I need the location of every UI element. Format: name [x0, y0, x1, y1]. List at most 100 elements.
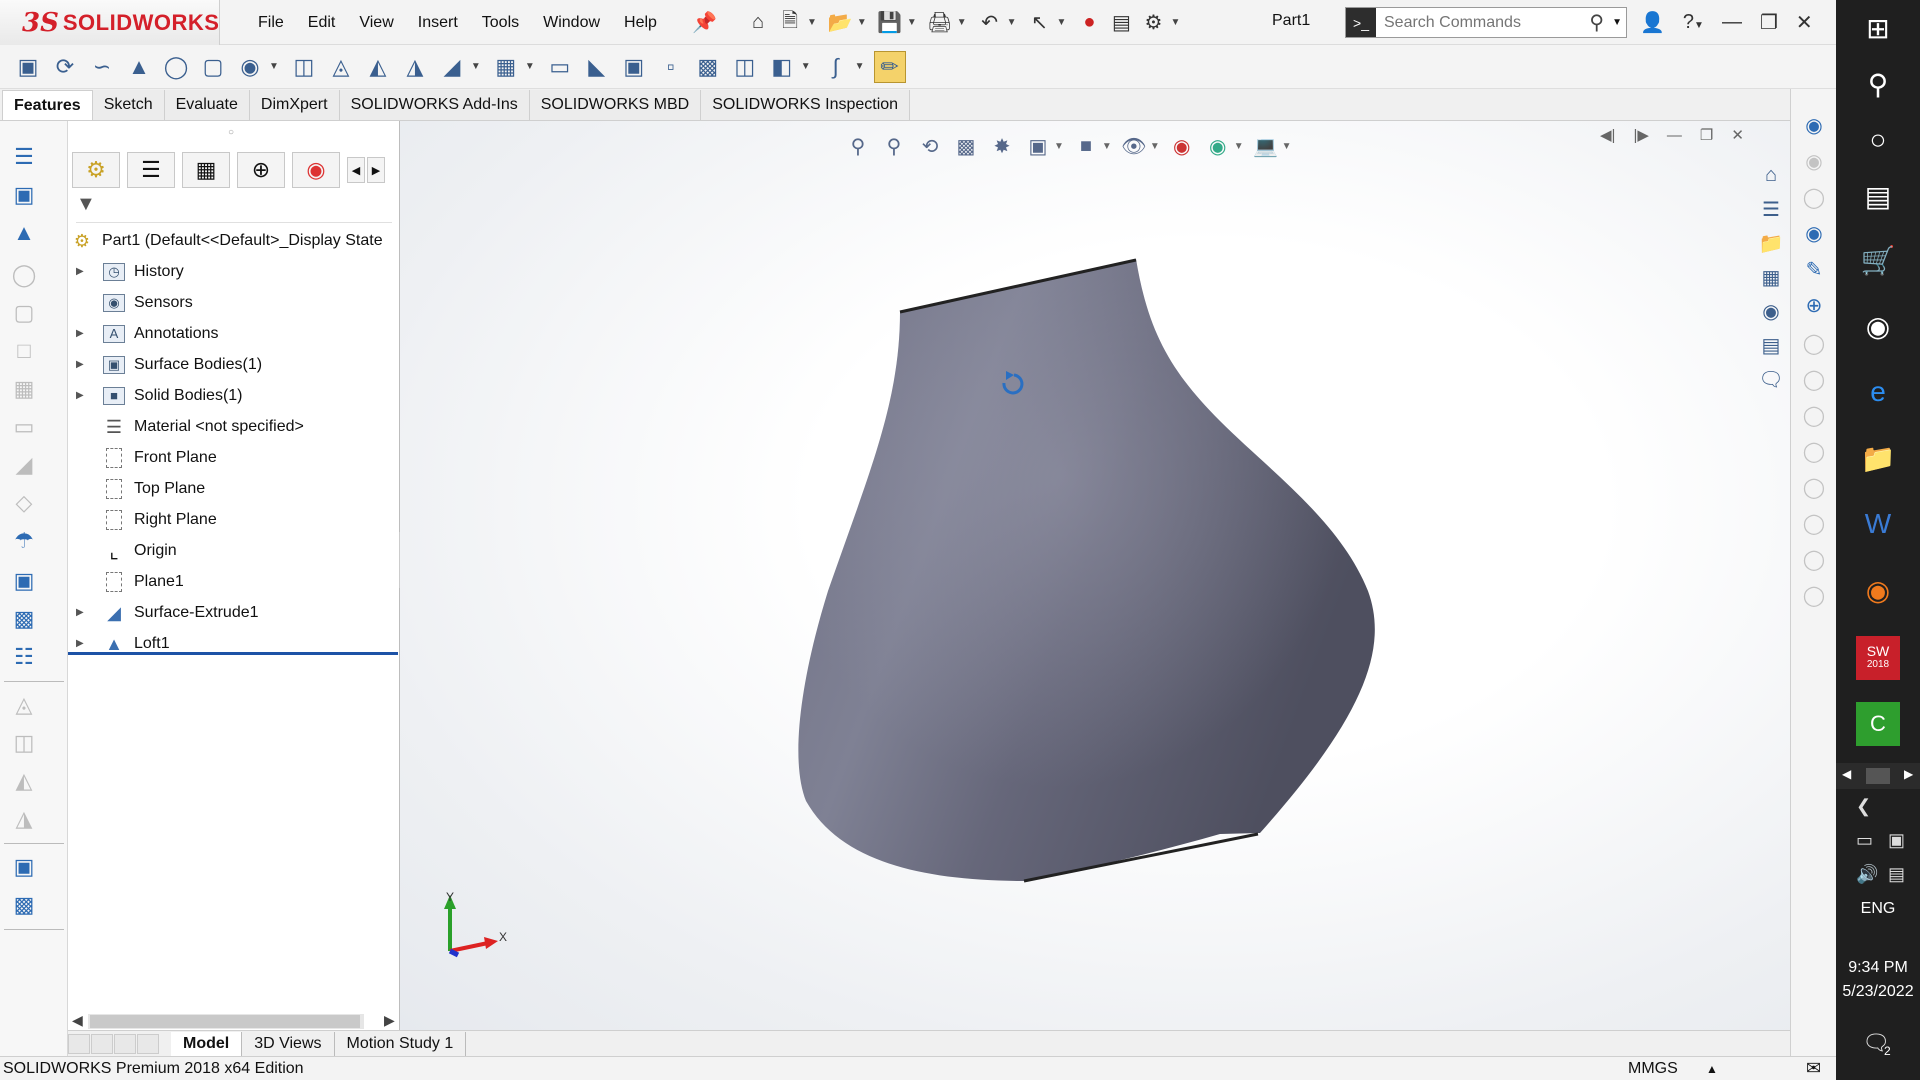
tree-item-top-plane[interactable]: Top Plane	[68, 474, 400, 505]
rebuild-traffic-light-icon[interactable]: ●	[1076, 10, 1102, 36]
units-menu-icon[interactable]: ▲	[1706, 1062, 1718, 1076]
tab-dimxpert[interactable]: DimXpert	[249, 90, 340, 120]
taskbar-scroll-thumb[interactable]	[1866, 768, 1890, 784]
tab-nav-next-icon[interactable]	[114, 1033, 136, 1054]
extruded-boss-icon[interactable]: ▣	[12, 51, 44, 83]
tree-root-part[interactable]: ⚙ Part1 (Default<<Default>_Display State	[68, 226, 400, 257]
scroll-thumb[interactable]	[90, 1015, 360, 1028]
thicken-icon[interactable]: ☷	[10, 643, 38, 671]
show-hidden-icons-icon[interactable]: ❮	[1856, 796, 1871, 817]
trim-surface-icon[interactable]: ☂	[10, 527, 38, 555]
expand-arrow-icon[interactable]: ▶	[76, 359, 84, 370]
tab-motion-study[interactable]: Motion Study 1	[335, 1031, 467, 1056]
new-dropdown-icon[interactable]: ▼	[807, 17, 817, 28]
cut-with-surface-icon[interactable]: ◬	[10, 691, 38, 719]
firefox-icon[interactable]: ◉	[1856, 568, 1900, 612]
reference-geometry-icon[interactable]: ◧	[766, 51, 798, 83]
tree-item-origin[interactable]: ⌞ Origin	[68, 536, 400, 567]
wrap-icon[interactable]: ▫	[655, 51, 687, 83]
revolved-cut-icon[interactable]: ◫	[288, 51, 320, 83]
tab-scroll-left-icon[interactable]: ◀	[347, 157, 365, 183]
user-account-icon[interactable]: 👤	[1640, 10, 1665, 35]
tab-evaluate[interactable]: Evaluate	[164, 90, 250, 120]
search-dropdown-icon[interactable]: ▼	[1612, 17, 1622, 28]
undo-dropdown-icon[interactable]: ▼	[1007, 17, 1017, 28]
task-pane-item-icon[interactable]: ◯	[1799, 401, 1829, 429]
feature-manager-tab-icon[interactable]: ⚙	[72, 152, 120, 188]
lofted-cut-icon[interactable]: ◭	[362, 51, 394, 83]
scroll-left-icon[interactable]: ◀	[72, 1012, 83, 1029]
tree-horizontal-scrollbar[interactable]: ◀ ▶	[68, 1011, 400, 1031]
forum-icon[interactable]: 🗨	[1756, 365, 1786, 393]
instant3d-icon[interactable]: ✏	[873, 50, 906, 83]
task-pane-item-icon[interactable]: ◯	[1799, 329, 1829, 357]
restore-icon[interactable]: ❐	[1760, 10, 1778, 35]
panel-grip-icon[interactable]: ○	[228, 127, 234, 138]
configuration-manager-tab-icon[interactable]: ▦	[182, 152, 230, 188]
select-dropdown-icon[interactable]: ▼	[1057, 17, 1067, 28]
camtasia-icon[interactable]: C	[1856, 702, 1900, 746]
taskbar-scroll-left-icon[interactable]: ◀	[1842, 767, 1851, 781]
task-pane-item-icon[interactable]: ◯	[1799, 509, 1829, 537]
curves-icon[interactable]: ∫	[820, 51, 852, 83]
custom-props-tab-icon[interactable]: ⊕	[1799, 291, 1829, 319]
menu-tools[interactable]: Tools	[470, 14, 531, 32]
mirror-icon[interactable]: ◫	[729, 51, 761, 83]
offset-surface-icon[interactable]: ▦	[10, 375, 38, 403]
print-icon[interactable]: 🖨	[927, 10, 953, 36]
task-pane-item-icon[interactable]: ◯	[1799, 545, 1829, 573]
chrome-icon[interactable]: ◉	[1856, 304, 1900, 348]
tree-item-history[interactable]: ▶ ◷ History	[68, 257, 400, 288]
solidworks-app-icon[interactable]: SW 2018	[1856, 636, 1900, 680]
tree-item-right-plane[interactable]: Right Plane	[68, 505, 400, 536]
task-pane-item-icon[interactable]: ◯	[1799, 365, 1829, 393]
revolved-boss-icon[interactable]: ⟳	[49, 51, 81, 83]
options-dropdown-icon[interactable]: ▼	[1170, 17, 1180, 28]
file-properties-icon[interactable]: ▤	[1108, 10, 1134, 36]
task-view-icon[interactable]: ▤	[1856, 174, 1900, 218]
meet-now-icon[interactable]: ▣	[1888, 830, 1905, 851]
boundary-cut-icon[interactable]: ◮	[399, 51, 431, 83]
windows-search-icon[interactable]: ⚲	[1856, 62, 1900, 106]
weldments-icon[interactable]: ▩	[10, 891, 38, 919]
surface-loft-icon[interactable]: ▲	[10, 219, 38, 247]
options-gear-icon[interactable]: ⚙	[1140, 10, 1166, 36]
task-pane-item-icon[interactable]: ◯	[1799, 437, 1829, 465]
fillet-icon[interactable]: ◢	[436, 51, 468, 83]
search-commands-input[interactable]	[1376, 13, 1576, 32]
scroll-right-icon[interactable]: ▶	[384, 1012, 395, 1029]
system-clock[interactable]: 9:34 PM 5/23/2022	[1836, 956, 1920, 1004]
expand-arrow-icon[interactable]: ▶	[76, 638, 84, 649]
tooltip-icon[interactable]: ✉	[1806, 1058, 1821, 1079]
pattern-dropdown-icon[interactable]: ▼	[525, 61, 535, 72]
undo-icon[interactable]: ↶	[977, 10, 1003, 36]
property-manager-tab-icon[interactable]: ☰	[127, 152, 175, 188]
edge-icon[interactable]: e	[1856, 370, 1900, 414]
tree-item-front-plane[interactable]: Front Plane	[68, 443, 400, 474]
menu-view[interactable]: View	[347, 14, 405, 32]
expand-arrow-icon[interactable]: ▶	[76, 390, 84, 401]
curves-dropdown-icon[interactable]: ▼	[855, 61, 865, 72]
draft-icon[interactable]: ◣	[581, 51, 613, 83]
tab-sketch[interactable]: Sketch	[92, 90, 165, 120]
tree-item-loft1[interactable]: ▶ ▲ Loft1	[68, 629, 400, 660]
taskbar-scroll-right-icon[interactable]: ▶	[1904, 767, 1913, 781]
extend-surface-icon[interactable]: ▣	[10, 567, 38, 595]
expand-arrow-icon[interactable]: ▶	[76, 328, 84, 339]
tree-item-solid-bodies[interactable]: ▶ ■ Solid Bodies(1)	[68, 381, 400, 412]
reference-triad[interactable]: Y X	[430, 891, 510, 961]
tab-scroll-right-icon[interactable]: ▶	[367, 157, 385, 183]
tab-mbd[interactable]: SOLIDWORKS MBD	[529, 90, 702, 120]
tab-inspection[interactable]: SOLIDWORKS Inspection	[701, 90, 911, 120]
tree-item-sensors[interactable]: ◉ Sensors	[68, 288, 400, 319]
swept-boss-icon[interactable]: ∽	[86, 51, 118, 83]
menu-insert[interactable]: Insert	[406, 14, 470, 32]
minimize-icon[interactable]: —	[1722, 11, 1742, 34]
windows-start-icon[interactable]: ⊞	[1856, 6, 1900, 50]
delete-face-icon[interactable]: ◇	[10, 489, 38, 517]
boundary-surface-icon[interactable]: ◯	[10, 261, 38, 289]
menu-file[interactable]: File	[246, 14, 296, 32]
taskbar-scroller[interactable]: ◀ ▶	[1836, 763, 1920, 789]
microsoft-store-icon[interactable]: 🛒	[1856, 238, 1900, 282]
untrim-surface-icon[interactable]: ◮	[10, 805, 38, 833]
